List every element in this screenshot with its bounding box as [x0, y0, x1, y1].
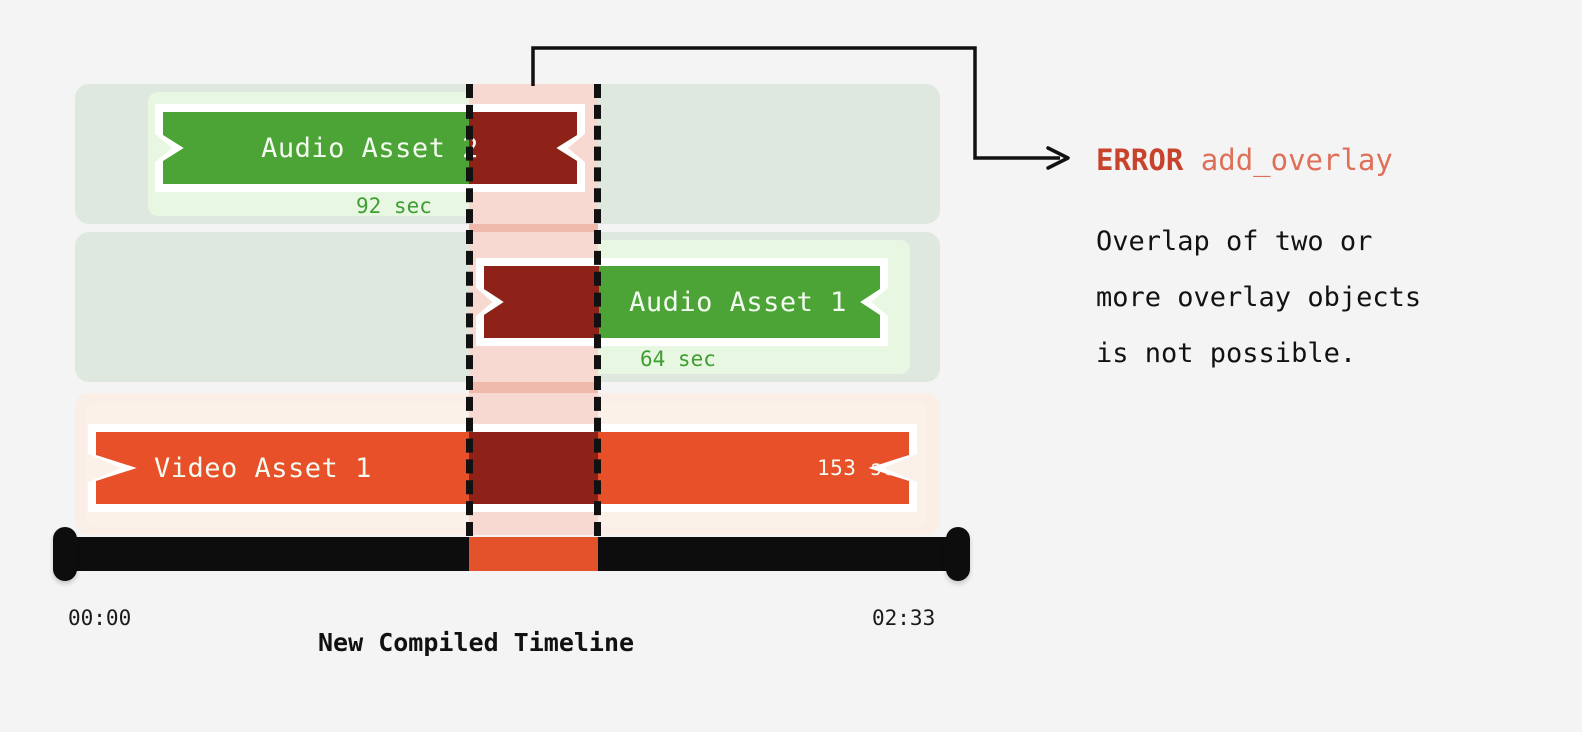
error-message: Overlap of two or more overlay objects i…: [1096, 214, 1516, 382]
asset-bar-video-1[interactable]: Video Asset 1 153 sec: [88, 424, 917, 512]
asset-bar-audio-1[interactable]: Audio Asset 1: [476, 258, 888, 346]
timeline-start-label: 00:00: [68, 606, 132, 630]
timeline-start-cap[interactable]: [53, 527, 77, 581]
error-message-line-2: more overlay objects: [1096, 282, 1422, 313]
asset-bar-audio-1-label: Audio Asset 1: [629, 286, 847, 318]
timeline-end-cap[interactable]: [946, 527, 970, 581]
timeline-diagram: Audio Asset 2 92 sec Audio Asset 1 64 se…: [0, 0, 1582, 732]
asset-bar-video-1-body: Video Asset 1 153 sec: [96, 432, 909, 504]
error-message-line-1: Overlap of two or: [1096, 226, 1373, 257]
asset-duration-audio-1: 64 sec: [640, 347, 716, 371]
timeline-end-label: 02:33: [872, 606, 936, 630]
error-header: ERROR add_overlay: [1096, 143, 1393, 177]
asset-bar-audio-2-label: Audio Asset 2: [261, 132, 479, 164]
asset-bar-audio-2[interactable]: Audio Asset 2: [155, 104, 585, 192]
overlap-end-marker: [594, 84, 601, 536]
timeline-overlap-segment: [469, 537, 598, 571]
error-function-name: add_overlay: [1200, 143, 1393, 177]
asset-duration-video-1: 153 sec: [816, 456, 909, 480]
overlap-start-marker: [466, 84, 473, 536]
timeline-title: New Compiled Timeline: [318, 628, 635, 657]
error-message-line-3: is not possible.: [1096, 338, 1357, 369]
asset-duration-audio-2: 92 sec: [356, 194, 432, 218]
error-keyword: ERROR: [1096, 143, 1184, 177]
asset-bar-audio-2-body: Audio Asset 2: [163, 112, 577, 184]
overlap-band-gap2: [469, 382, 598, 393]
overlap-band-gap1: [469, 224, 598, 232]
asset-bar-audio-1-body: Audio Asset 1: [484, 266, 880, 338]
